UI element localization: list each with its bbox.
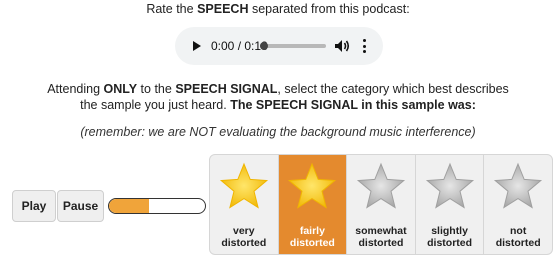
title-emphasis: SPEECH	[197, 2, 249, 16]
rating-label: somewhat distorted	[347, 225, 415, 249]
play-button[interactable]: Play	[12, 190, 56, 222]
rating-scale: very distorted fairly distorted somewhat dist…	[209, 154, 553, 255]
rating-label: fairly distorted	[279, 225, 347, 249]
rating-label-line: distorted	[289, 237, 335, 249]
instr-text: to the	[137, 82, 176, 96]
rating-label: slightly distorted	[416, 225, 484, 249]
rating-label-line: distorted	[427, 237, 473, 249]
rating-option[interactable]: somewhat distorted	[347, 155, 416, 254]
more-options-icon[interactable]	[361, 37, 367, 55]
rating-label-line: distorted	[495, 237, 541, 249]
rating-label: not distorted	[484, 225, 552, 249]
audio-seek-bar[interactable]	[260, 44, 326, 48]
title-prefix: Rate the	[146, 2, 198, 16]
audio-seek-handle[interactable]	[260, 42, 268, 50]
rating-label-line: very	[232, 225, 255, 237]
instr-question: The SPEECH SIGNAL in this sample was:	[230, 97, 476, 112]
rating-label-line: fairly	[299, 225, 325, 237]
rating-label: very distorted	[210, 225, 278, 249]
instr-text: Attending	[47, 82, 104, 96]
reminder-note: (remember: we are NOT evaluating the bac…	[80, 125, 476, 139]
star-filled-icon	[219, 162, 268, 209]
star-empty-icon	[425, 162, 474, 209]
rating-option[interactable]: fairly distorted	[278, 155, 348, 254]
instr-emphasis: ONLY	[103, 82, 138, 96]
volume-icon[interactable]	[333, 37, 351, 55]
rating-label-line: somewhat	[355, 225, 407, 237]
pause-button[interactable]: Pause	[57, 190, 104, 222]
playback-progress-bar	[108, 198, 206, 214]
rating-option[interactable]: slightly distorted	[416, 155, 485, 254]
star-filled-icon	[288, 162, 337, 209]
progress-fill	[109, 199, 150, 213]
instr-emphasis: SPEECH SIGNAL	[175, 82, 278, 96]
rating-label-line: distorted	[221, 237, 267, 249]
rating-label-line: slightly	[431, 225, 468, 237]
rating-label-line: not	[510, 225, 527, 237]
play-icon[interactable]	[193, 41, 201, 51]
audio-player: 0:00 / 0:18	[175, 27, 383, 65]
instructions: Attending ONLY to the SPEECH SIGNAL, sel…	[40, 82, 516, 113]
page-title: Rate the SPEECH separated from this podc…	[0, 2, 556, 16]
title-suffix: separated from this podcast:	[248, 2, 410, 16]
rating-label-line: distorted	[358, 237, 404, 249]
star-empty-icon	[356, 162, 406, 209]
rating-option[interactable]: very distorted	[210, 155, 279, 254]
rating-option[interactable]: not distorted	[484, 155, 552, 254]
star-empty-icon	[494, 162, 543, 209]
